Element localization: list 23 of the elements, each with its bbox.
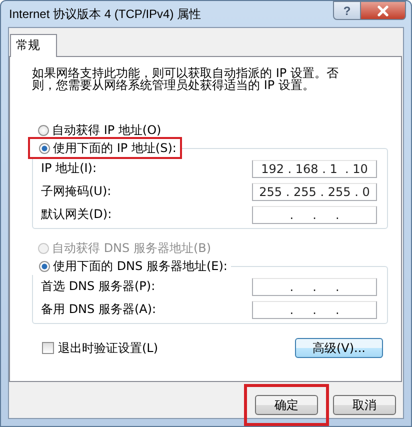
ip-address-field[interactable]: . . .: [252, 300, 377, 318]
ip-address-field[interactable]: . . .: [252, 278, 377, 296]
checkbox[interactable]: [42, 342, 54, 354]
advanced-button[interactable]: 高级(V)...: [295, 338, 383, 358]
field-label: 子网掩码(U):: [41, 183, 112, 200]
close-button[interactable]: [361, 1, 406, 20]
ip-address-field[interactable]: 192 . 168 . 1 . 10: [252, 160, 377, 178]
ip-address-field[interactable]: . . .: [252, 206, 377, 224]
tab[interactable]: 常规: [10, 34, 57, 57]
window-title: Internet 协议版本 4 (TCP/IPv4) 属性: [8, 6, 202, 22]
radio-option[interactable]: 自动获得 IP 地址(O): [29, 121, 166, 139]
description-text: 如果网络支持此功能，则可以获取自动指派的 IP 设置。否则，您需要从网络系统管理员处获得适当的 IP 设置。: [32, 67, 340, 91]
help-button[interactable]: ?: [333, 1, 361, 20]
field-label: 默认网关(D):: [41, 206, 112, 223]
field-label: IP 地址(I):: [41, 160, 97, 177]
radio-option[interactable]: 使用下面的 IP 地址(S):: [30, 139, 180, 157]
dialog-button[interactable]: 取消: [333, 395, 396, 415]
close-icon: [376, 4, 390, 16]
ip-address-field[interactable]: 255 . 255 . 255 . 0: [252, 182, 377, 200]
field-label: 备用 DNS 服务器(A):: [41, 301, 156, 318]
field-label: 首选 DNS 服务器(P):: [41, 278, 156, 295]
radio-option[interactable]: 使用下面的 DNS 服务器地址(E):: [30, 257, 232, 275]
dialog-button[interactable]: 确定: [255, 395, 318, 415]
